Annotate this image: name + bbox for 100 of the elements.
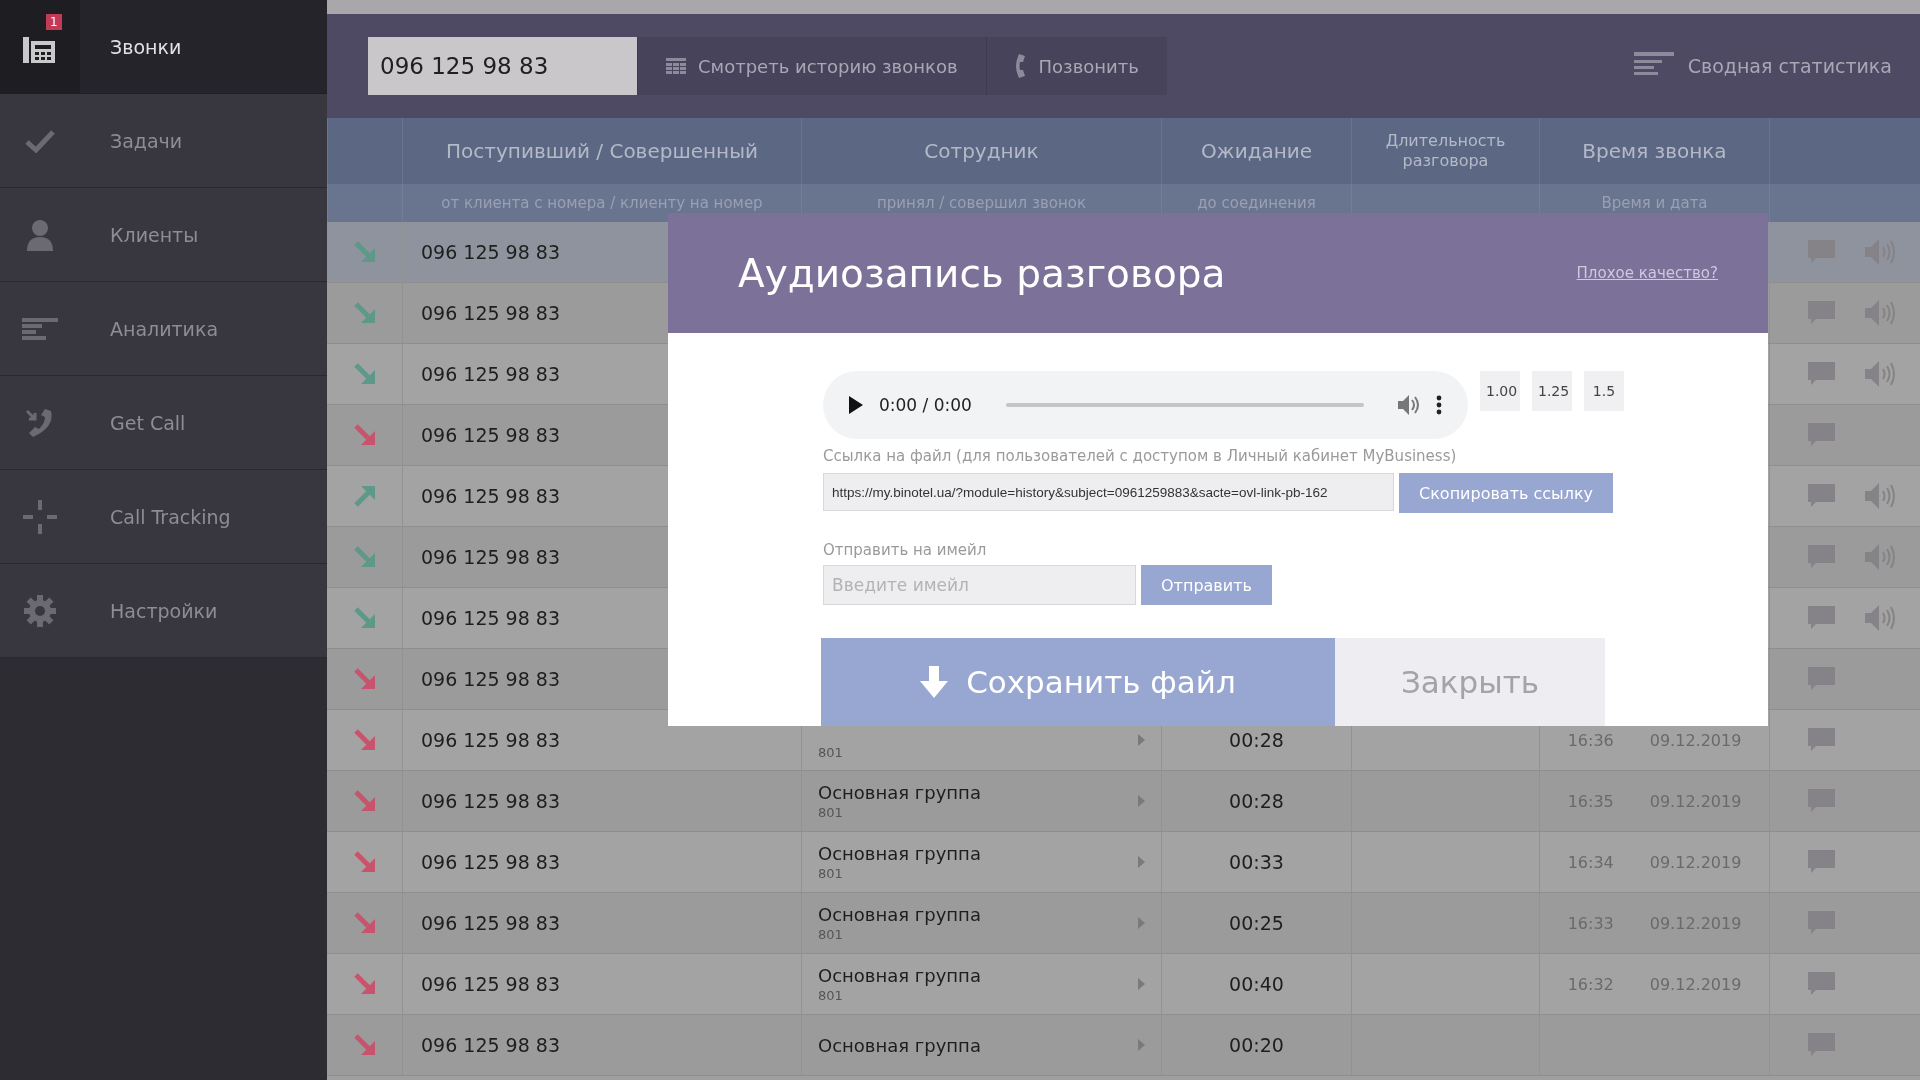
call-row[interactable]: 096 125 98 83 Основная группа 00:20 (327, 1015, 1920, 1076)
close-button[interactable]: Закрыть (1335, 638, 1605, 726)
phone-arrow-icon (25, 406, 55, 439)
email-field[interactable]: Введите имейл (823, 565, 1136, 605)
column-header: Ожидание (1200, 139, 1313, 163)
phone-number: 096 125 98 83 (421, 729, 560, 751)
sidebar-item[interactable]: Аналитика (0, 282, 327, 376)
notification-badge: 1 (46, 14, 62, 30)
phone-number: 096 125 98 83 (421, 973, 560, 995)
comment-icon[interactable] (1808, 1033, 1835, 1057)
check-icon (25, 128, 55, 153)
save-file-button[interactable]: Сохранить файл (821, 638, 1335, 726)
crosshair-icon (23, 499, 57, 534)
extension-number: 801 (818, 927, 844, 942)
download-icon (920, 666, 949, 698)
call-date: 09.12.2019 (1649, 974, 1742, 994)
phone-number: 096 125 98 83 (421, 485, 560, 507)
phone-number: 096 125 98 83 (421, 790, 560, 812)
email-label: Отправить на имейл (823, 541, 988, 559)
call-time: 16:34 (1567, 852, 1614, 872)
comment-icon[interactable] (1808, 484, 1835, 508)
phone-number: 096 125 98 83 (421, 546, 560, 568)
speed-button[interactable]: 1.00 (1480, 371, 1520, 411)
sidebar-item[interactable]: Задачи (0, 94, 327, 188)
phone-number: 096 125 98 83 (421, 668, 560, 690)
summary-stats-link[interactable]: Сводная статистика (1687, 55, 1892, 77)
more-icon[interactable] (1436, 395, 1442, 415)
user-icon (27, 218, 53, 251)
comment-icon[interactable] (1808, 789, 1835, 813)
column-header: Поступивший / Совершенный (446, 139, 758, 163)
phone-search-field[interactable]: 096 125 98 83 (368, 37, 637, 95)
sidebar-item[interactable]: Call Tracking (0, 470, 327, 564)
speaker-icon[interactable] (1865, 481, 1898, 511)
link-label: Ссылка на файл (для пользователей с доступом в Личный кабинет MyBusiness) (823, 447, 1458, 465)
phone-number: 096 125 98 83 (421, 912, 560, 934)
phone-number: 096 125 98 83 (421, 241, 560, 263)
wait-time: 00:40 (1229, 973, 1284, 995)
extension-number: 801 (818, 988, 844, 1003)
comment-icon[interactable] (1808, 728, 1835, 752)
wait-time: 00:20 (1229, 1034, 1284, 1056)
sidebar-item[interactable]: Клиенты (0, 188, 327, 282)
expand-caret-icon (1138, 978, 1145, 990)
comment-icon[interactable] (1808, 545, 1835, 569)
call-history-button[interactable]: Смотреть историю звонков (637, 37, 986, 95)
playback-time: 0:00 / 0:00 (879, 395, 972, 415)
gear-icon (24, 594, 56, 627)
send-button[interactable]: Отправить (1141, 565, 1272, 605)
speed-button[interactable]: 1.25 (1532, 371, 1572, 411)
expand-caret-icon (1138, 917, 1145, 929)
speaker-icon[interactable] (1865, 359, 1898, 389)
sidebar-item[interactable]: Get Call (0, 376, 327, 470)
bad-quality-link[interactable]: Плохое качество? (1576, 264, 1718, 282)
comment-icon[interactable] (1808, 606, 1835, 630)
column-header: Время звонка (1582, 139, 1727, 163)
wait-time: 00:25 (1229, 912, 1284, 934)
progress-track[interactable] (1005, 403, 1364, 407)
call-date: 09.12.2019 (1649, 730, 1742, 750)
table-icon (666, 58, 686, 74)
dialog-title: Аудиозапись разговора (738, 250, 1226, 296)
comment-icon[interactable] (1808, 972, 1835, 996)
copy-link-button[interactable]: Скопировать ссылку (1399, 473, 1614, 513)
extension-number: 801 (818, 866, 844, 881)
call-button[interactable]: Позвонить (985, 37, 1167, 95)
audio-player[interactable]: 0:00 / 0:00 (823, 371, 1468, 439)
expand-caret-icon (1138, 795, 1145, 807)
sidebar-item[interactable]: Настройки (0, 564, 327, 658)
phone-number: 096 125 98 83 (421, 363, 560, 385)
employee-name: Основная группа (818, 1034, 981, 1056)
handset-icon (1014, 54, 1027, 78)
comment-icon[interactable] (1808, 667, 1835, 691)
speaker-icon[interactable] (1865, 542, 1898, 572)
phone-number: 096 125 98 83 (421, 302, 560, 324)
comment-icon[interactable] (1808, 362, 1835, 386)
employee-name: Основная группа (818, 904, 981, 925)
wait-time: 00:33 (1229, 851, 1284, 873)
sidebar-item[interactable]: 1 Звонки (0, 0, 327, 94)
extension-number: 801 (818, 805, 844, 820)
call-date: 09.12.2019 (1649, 852, 1742, 872)
extension-number: 801 (818, 744, 843, 760)
comment-icon[interactable] (1808, 911, 1835, 935)
file-link-field[interactable]: https://my.binotel.ua/?module=history&subject=0961259883&sacte=ovl-link-pb-162 (823, 473, 1394, 511)
column-header: Длительность разговора (1385, 131, 1506, 171)
comment-icon[interactable] (1808, 301, 1835, 325)
speaker-icon[interactable] (1865, 603, 1898, 633)
speed-button[interactable]: 1.5 (1584, 371, 1624, 411)
call-row[interactable]: 096 125 98 83 Основная группа 801 00:33 16:34 09.12.2019 (327, 832, 1920, 893)
call-time: 16:32 (1567, 974, 1614, 994)
speaker-icon[interactable] (1865, 298, 1898, 328)
phone-number: 096 125 98 83 (421, 607, 560, 629)
play-icon[interactable] (849, 396, 863, 414)
comment-icon[interactable] (1808, 850, 1835, 874)
employee-name: Основная группа (818, 843, 981, 864)
comment-icon[interactable] (1808, 423, 1835, 447)
expand-caret-icon (1138, 856, 1145, 868)
employee-name: Основная группа (818, 782, 981, 803)
call-time: 16:36 (1567, 730, 1614, 750)
bars-icon (22, 317, 58, 340)
employee-name: Основная группа (818, 965, 981, 986)
call-row[interactable]: 096 125 98 83 Основная группа 801 00:40 16:32 09.12.2019 (327, 954, 1920, 1015)
volume-icon[interactable] (1398, 395, 1420, 415)
